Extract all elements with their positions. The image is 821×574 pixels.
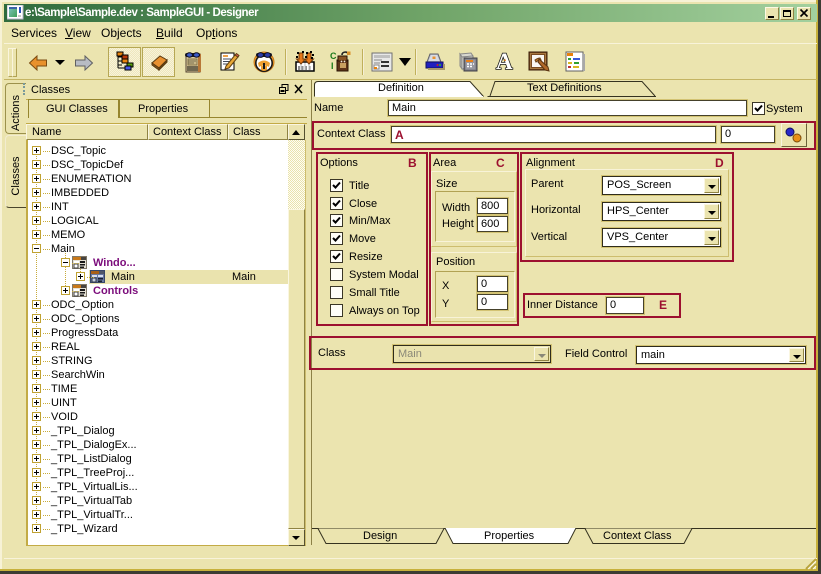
svg-text:I: I [331, 61, 334, 71]
svg-text:C: C [330, 51, 337, 61]
